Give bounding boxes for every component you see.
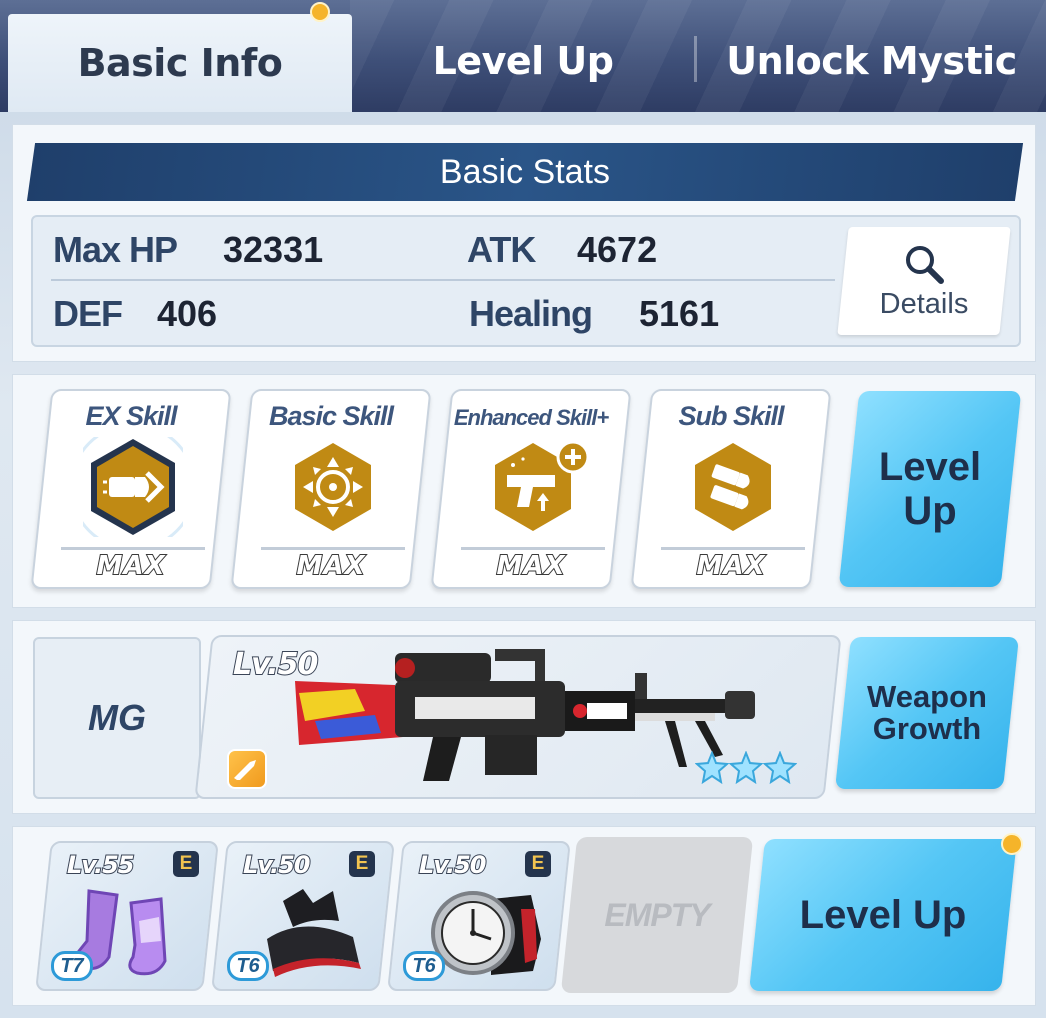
atk-label: ATK (467, 229, 536, 270)
gear-slot-2[interactable]: Lv.50 E T6 (211, 841, 395, 991)
gear-level: Lv.50 (418, 850, 487, 880)
gear-grade-badge: E (525, 851, 551, 877)
basic-stats-panel: Basic Stats Max HP 32331 ATK 4672 DEF 40… (12, 124, 1036, 362)
gear-slot-1[interactable]: Lv.55 E T7 (35, 841, 219, 991)
gear-grade-badge: E (349, 851, 375, 877)
notification-dot (1001, 833, 1023, 855)
max-hp-label: Max HP (53, 229, 178, 270)
weapon-panel: MG Lv.50 Weapon Growth (12, 620, 1036, 814)
skill-card-sub[interactable]: Sub Skill MAX (630, 389, 832, 589)
bullet-burst-icon (69, 423, 197, 551)
bullets-icon (683, 437, 783, 537)
tab-unlock-mystic[interactable]: Unlock Mystic (697, 10, 1046, 112)
details-button[interactable]: Details (837, 227, 1011, 335)
level-up-line2: Up (903, 489, 957, 533)
skill-separator (661, 547, 805, 550)
notification-dot (310, 2, 330, 22)
skill-separator (461, 547, 605, 550)
skill-level: MAX (295, 550, 366, 582)
gear-level-up-label: Level Up (799, 892, 967, 937)
details-label: Details (879, 287, 969, 320)
star-icon (763, 751, 797, 785)
gear-tier-badge: T6 (403, 951, 445, 981)
skill-level: MAX (695, 550, 766, 582)
weapon-growth-line1: Weapon (867, 679, 987, 714)
gear-slot-empty[interactable]: EMPTY (560, 837, 754, 993)
star-icon (695, 751, 729, 785)
skill-card-ex[interactable]: EX Skill MAX (30, 389, 232, 589)
stats-box: Max HP 32331 ATK 4672 DEF 406 Healing 51… (31, 215, 1021, 347)
weapon-stars (695, 751, 797, 785)
weapon-growth-line2: Growth (872, 711, 982, 746)
max-hp-value: 32331 (223, 229, 324, 270)
weapon-growth-button[interactable]: Weapon Growth (835, 637, 1019, 789)
magnifier-icon (906, 245, 944, 284)
stats-divider (51, 279, 835, 281)
gear-level-up-button[interactable]: Level Up (749, 839, 1017, 991)
weapon-card[interactable]: Lv.50 (194, 635, 842, 799)
gear-level: Lv.55 (66, 850, 135, 880)
skill-card-enhanced[interactable]: Enhanced Skill+ MAX (430, 389, 632, 589)
skill-name: Enhanced Skill+ (453, 405, 609, 430)
skill-card-basic[interactable]: Basic Skill MAX (230, 389, 432, 589)
weapon-type-box: MG (33, 637, 201, 799)
def-label: DEF (53, 293, 123, 334)
gear-panel: Lv.55 E T7 Lv.50 E T6 Lv.50 E T6 EMPTY L… (12, 826, 1036, 1006)
skill-separator (61, 547, 205, 550)
tab-bar: Basic Info Level Up Unlock Mystic (0, 0, 1046, 112)
level-up-line1: Level (878, 445, 982, 489)
healing-value: 5161 (639, 293, 720, 334)
skills-level-up-button[interactable]: Level Up (838, 391, 1022, 587)
basic-stats-title: Basic Stats (439, 152, 611, 191)
gear-tier-badge: T6 (227, 951, 269, 981)
rifle-type-icon (227, 749, 267, 789)
skill-separator (261, 547, 405, 550)
healing-label: Healing (469, 293, 593, 334)
crosshair-icon (283, 437, 383, 537)
gear-tier-badge: T7 (51, 951, 93, 981)
skills-panel: EX Skill MAX Basic Skill MAX Enhanced Sk… (12, 374, 1036, 608)
tab-basic-info[interactable]: Basic Info (8, 14, 352, 112)
skill-level: MAX (495, 550, 566, 582)
atk-value: 4672 (577, 229, 658, 270)
star-icon (729, 751, 763, 785)
tab-level-up-label: Level Up (432, 39, 614, 83)
pistol-upgrade-icon (483, 437, 590, 537)
weapon-type-label: MG (88, 697, 146, 738)
empty-label: EMPTY (604, 896, 710, 933)
skill-name: Basic Skill (268, 401, 394, 431)
tab-unlock-mystic-label: Unlock Mystic (726, 39, 1017, 83)
gear-level: Lv.50 (242, 850, 311, 880)
skill-name: Sub Skill (678, 401, 784, 431)
def-value: 406 (157, 293, 218, 334)
gear-grade-badge: E (173, 851, 199, 877)
gear-slot-3[interactable]: Lv.50 E T6 (387, 841, 571, 991)
tab-basic-info-label: Basic Info (77, 41, 283, 85)
skill-level: MAX (95, 550, 166, 582)
skill-name: EX Skill (85, 401, 177, 431)
tab-level-up[interactable]: Level Up (352, 10, 694, 112)
basic-stats-header: Basic Stats (26, 143, 1024, 201)
